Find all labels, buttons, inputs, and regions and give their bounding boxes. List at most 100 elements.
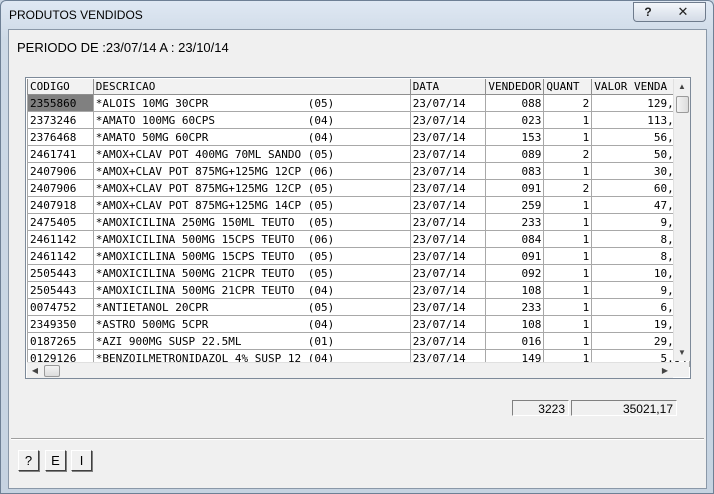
help-button[interactable]: ? — [18, 450, 39, 471]
cell-vendedor[interactable]: 091 — [485, 247, 545, 265]
cell-data[interactable]: 23/07/14 — [409, 94, 487, 112]
e-button[interactable]: E — [45, 450, 66, 471]
cell-vendedor[interactable]: 233 — [485, 298, 545, 316]
cell-descricao[interactable]: *ASTRO 500MG 5CPR (04) — [92, 315, 411, 333]
cell-codigo[interactable]: 2355860 — [27, 94, 94, 112]
cell-descricao[interactable]: *AMOXICILINA 250MG 150ML TEUTO (05) — [92, 213, 411, 231]
cell-data[interactable]: 23/07/14 — [409, 230, 487, 248]
cell-descricao[interactable]: *AMOX+CLAV POT 875MG+125MG 12CP (06) — [92, 162, 411, 180]
cell-codigo[interactable]: 0074752 — [27, 298, 94, 316]
cell-quant[interactable]: 1 — [543, 281, 593, 299]
cell-data[interactable]: 23/07/14 — [409, 145, 487, 163]
cell-vendedor[interactable]: 084 — [485, 230, 545, 248]
cell-quant[interactable]: 1 — [543, 315, 593, 333]
cell-data[interactable]: 23/07/14 — [409, 247, 487, 265]
cell-codigo[interactable]: 2461741 — [27, 145, 94, 163]
cell-vendedor[interactable]: 108 — [485, 315, 545, 333]
column-header-descricao[interactable]: DESCRICAO — [92, 79, 411, 95]
cell-vendedor[interactable]: 233 — [485, 213, 545, 231]
cell-descricao[interactable]: *AMOX+CLAV POT 400MG 70ML SANDO (05) — [92, 145, 411, 163]
table-row[interactable]: 2461741 *AMOX+CLAV POT 400MG 70ML SANDO (… — [27, 145, 690, 163]
cell-vendedor[interactable]: 023 — [485, 111, 545, 129]
cell-data[interactable]: 23/07/14 — [409, 179, 487, 197]
cell-quant[interactable]: 1 — [543, 332, 593, 350]
cell-quant[interactable]: 1 — [543, 196, 593, 214]
cell-quant[interactable]: 1 — [543, 264, 593, 282]
cell-vendedor[interactable]: 089 — [485, 145, 545, 163]
cell-vendedor[interactable]: 153 — [485, 128, 545, 146]
cell-descricao[interactable]: *AZI 900MG SUSP 22.5ML (01) — [92, 332, 411, 350]
cell-data[interactable]: 23/07/14 — [409, 128, 487, 146]
cell-codigo[interactable]: 2373246 — [27, 111, 94, 129]
cell-data[interactable]: 23/07/14 — [409, 111, 487, 129]
table-row[interactable]: 2505443 *AMOXICILINA 500MG 21CPR TEUTO (0… — [27, 281, 690, 299]
cell-vendedor[interactable]: 016 — [485, 332, 545, 350]
cell-vendedor[interactable]: 083 — [485, 162, 545, 180]
table-row[interactable]: 2407918 *AMOX+CLAV POT 875MG+125MG 14CP (… — [27, 196, 690, 214]
scroll-down-arrow-icon[interactable]: ▼ — [674, 345, 690, 361]
column-header-data[interactable]: DATA — [409, 79, 487, 95]
cell-quant[interactable]: 1 — [543, 128, 593, 146]
cell-codigo[interactable]: 0187265 — [27, 332, 94, 350]
cell-vendedor[interactable]: 088 — [485, 94, 545, 112]
cell-codigo[interactable]: 2407906 — [27, 162, 94, 180]
cell-descricao[interactable]: *ANTIETANOL 20CPR (05) — [92, 298, 411, 316]
cell-descricao[interactable]: *AMOXICILINA 500MG 15CPS TEUTO (06) — [92, 230, 411, 248]
scroll-up-arrow-icon[interactable]: ▲ — [674, 79, 690, 95]
cell-descricao[interactable]: *AMATO 100MG 60CPS (04) — [92, 111, 411, 129]
cell-descricao[interactable]: *AMOXICILINA 500MG 15CPS TEUTO (05) — [92, 247, 411, 265]
cell-data[interactable]: 23/07/14 — [409, 315, 487, 333]
i-button[interactable]: I — [71, 450, 92, 471]
cell-quant[interactable]: 1 — [543, 298, 593, 316]
cell-quant[interactable]: 2 — [543, 145, 593, 163]
cell-codigo[interactable]: 2376468 — [27, 128, 94, 146]
cell-codigo[interactable]: 2349350 — [27, 315, 94, 333]
scroll-left-arrow-icon[interactable]: ◀ — [27, 363, 43, 378]
cell-descricao[interactable]: *AMOXICILINA 500MG 21CPR TEUTO (05) — [92, 264, 411, 282]
sales-grid[interactable]: CODIGO DESCRICAO DATA VENDEDOR QUANT VAL… — [25, 77, 691, 379]
close-button[interactable]: ✕ — [661, 2, 706, 22]
cell-descricao[interactable]: *AMOX+CLAV POT 875MG+125MG 12CP (05) — [92, 179, 411, 197]
cell-data[interactable]: 23/07/14 — [409, 162, 487, 180]
column-header-quant[interactable]: QUANT — [543, 79, 593, 95]
cell-descricao[interactable]: *ALOIS 10MG 30CPR (05) — [92, 94, 411, 112]
cell-codigo[interactable]: 2407906 — [27, 179, 94, 197]
table-row[interactable]: 2461142 *AMOXICILINA 500MG 15CPS TEUTO (0… — [27, 230, 690, 248]
cell-quant[interactable]: 1 — [543, 247, 593, 265]
cell-descricao[interactable]: *AMATO 50MG 60CPR (04) — [92, 128, 411, 146]
cell-descricao[interactable]: *AMOX+CLAV POT 875MG+125MG 14CP (05) — [92, 196, 411, 214]
table-row[interactable]: 2407906 *AMOX+CLAV POT 875MG+125MG 12CP (… — [27, 179, 690, 197]
cell-vendedor[interactable]: 259 — [485, 196, 545, 214]
cell-data[interactable]: 23/07/14 — [409, 264, 487, 282]
table-row[interactable]: 2505443 *AMOXICILINA 500MG 21CPR TEUTO (0… — [27, 264, 690, 282]
cell-quant[interactable]: 1 — [543, 213, 593, 231]
cell-codigo[interactable]: 2461142 — [27, 247, 94, 265]
table-row[interactable]: 0074752 *ANTIETANOL 20CPR (05) 23/07/14 233… — [27, 298, 690, 316]
table-row[interactable]: 2349350 *ASTRO 500MG 5CPR (04) 23/07/14 108… — [27, 315, 690, 333]
cell-codigo[interactable]: 2407918 — [27, 196, 94, 214]
cell-codigo[interactable]: 2505443 — [27, 281, 94, 299]
table-row[interactable]: 2461142 *AMOXICILINA 500MG 15CPS TEUTO (0… — [27, 247, 690, 265]
table-row[interactable]: 0187265 *AZI 900MG SUSP 22.5ML (01) 23/07/… — [27, 332, 690, 350]
cell-quant[interactable]: 1 — [543, 162, 593, 180]
cell-codigo[interactable]: 2475405 — [27, 213, 94, 231]
cell-data[interactable]: 23/07/14 — [409, 281, 487, 299]
cell-quant[interactable]: 1 — [543, 230, 593, 248]
cell-vendedor[interactable]: 092 — [485, 264, 545, 282]
vertical-scroll-thumb[interactable] — [676, 96, 689, 113]
cell-quant[interactable]: 1 — [543, 111, 593, 129]
table-row[interactable]: 2475405 *AMOXICILINA 250MG 150ML TEUTO (0… — [27, 213, 690, 231]
cell-vendedor[interactable]: 108 — [485, 281, 545, 299]
cell-data[interactable]: 23/07/14 — [409, 213, 487, 231]
vertical-scrollbar[interactable]: ▲ ▼ — [673, 79, 690, 361]
cell-data[interactable]: 23/07/14 — [409, 332, 487, 350]
cell-descricao[interactable]: *AMOXICILINA 500MG 21CPR TEUTO (04) — [92, 281, 411, 299]
help-title-button[interactable]: ? — [633, 2, 663, 22]
table-row[interactable]: 2355860 *ALOIS 10MG 30CPR (05) 23/07/14 088… — [27, 94, 690, 112]
cell-data[interactable]: 23/07/14 — [409, 298, 487, 316]
cell-codigo[interactable]: 2505443 — [27, 264, 94, 282]
table-row[interactable]: 2376468 *AMATO 50MG 60CPR (04) 23/07/14 153… — [27, 128, 690, 146]
column-header-vendedor[interactable]: VENDEDOR — [485, 79, 545, 95]
scroll-right-arrow-icon[interactable]: ▶ — [657, 363, 673, 378]
horizontal-scrollbar[interactable]: ◀ ▶ — [27, 362, 673, 378]
